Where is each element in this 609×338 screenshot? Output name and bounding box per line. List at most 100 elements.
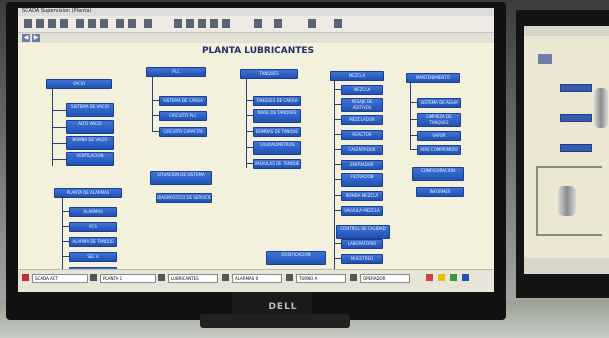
process-label[interactable] xyxy=(560,84,592,92)
status-icon xyxy=(90,274,97,281)
redo-icon[interactable] xyxy=(128,19,136,28)
col4-extra[interactable]: CONTROL DE CALIDAD xyxy=(336,225,390,239)
col3-item[interactable]: NIVEL DE TANQUES xyxy=(253,109,301,123)
col4-item[interactable]: MEZCLADOR xyxy=(341,115,383,125)
secondary-status-bar xyxy=(524,258,609,274)
warning-icon[interactable] xyxy=(438,274,445,281)
toolbar xyxy=(18,16,494,33)
tile-icon[interactable] xyxy=(198,19,206,28)
col4-item[interactable]: MEZCLA xyxy=(341,85,383,95)
navigation-strip: ◀ ▶ xyxy=(18,33,494,43)
col4-item[interactable]: PESAJE DE ADITIVOS xyxy=(341,98,383,112)
status-field[interactable]: PLANTA 1 xyxy=(100,274,156,283)
undo-icon[interactable] xyxy=(116,19,124,28)
pump-graphic[interactable] xyxy=(558,186,576,216)
status-icon xyxy=(222,274,229,281)
cut-icon[interactable] xyxy=(76,19,84,28)
tank-graphic[interactable] xyxy=(594,88,608,128)
secondary-nav-icon[interactable] xyxy=(538,54,552,64)
alarm-icon[interactable] xyxy=(210,19,218,28)
col2-extra[interactable]: SITUACION DE SISTEMA xyxy=(150,171,212,185)
col3-extra[interactable]: DOSIFICACION xyxy=(266,251,326,265)
pipe xyxy=(536,166,538,236)
connector xyxy=(246,78,247,168)
col4-item[interactable]: BOMBA MEZCLA xyxy=(341,191,383,201)
window-icon[interactable] xyxy=(186,19,194,28)
status-bar: SCADA ACT PLANTA 1 LUBRICANTES ALARMAS 0… xyxy=(18,269,494,292)
col2-item[interactable]: CIRCUITO CAPACITA xyxy=(159,127,207,137)
copy-icon[interactable] xyxy=(88,19,96,28)
status-field[interactable]: LUBRICANTES xyxy=(168,274,218,283)
col4-extra[interactable]: MUESTREO xyxy=(341,254,383,264)
connector xyxy=(410,82,411,150)
col4-item[interactable]: REACTOR xyxy=(341,130,383,140)
status-field[interactable]: OPERADOR xyxy=(360,274,410,283)
zoom-icon[interactable] xyxy=(144,19,152,28)
forward-arrow-icon[interactable]: ▶ xyxy=(32,34,40,42)
print-icon[interactable] xyxy=(60,19,68,28)
paste-icon[interactable] xyxy=(100,19,108,28)
status-icon xyxy=(158,274,165,281)
process-label[interactable] xyxy=(560,114,592,122)
col3-item[interactable]: TANQUES DE CARGA xyxy=(253,96,301,106)
col4-item[interactable]: VALVULA MEZCLA xyxy=(341,206,383,216)
back-arrow-icon[interactable]: ◀ xyxy=(22,34,30,42)
col4-extra[interactable]: LABORATORIO xyxy=(341,239,383,249)
search-icon[interactable] xyxy=(254,19,262,28)
save-icon[interactable] xyxy=(48,19,56,28)
page-title: PLANTA LUBRICANTES xyxy=(201,46,315,56)
alarm-status-icon[interactable] xyxy=(22,274,29,281)
col5-item[interactable]: VAPOR xyxy=(417,131,461,141)
status-field[interactable]: SCADA ACT xyxy=(32,274,88,283)
col1-item[interactable]: ALTO VACIO xyxy=(66,120,114,134)
open-icon[interactable] xyxy=(36,19,44,28)
col1b-item[interactable]: ALARMAS xyxy=(69,207,117,217)
col5-item[interactable]: SISTEMA DE AGUA xyxy=(417,98,461,108)
connector xyxy=(334,80,335,270)
col2-extra[interactable]: DIAGNOSTICO DE SERVICIO xyxy=(156,193,212,203)
col5-extra[interactable]: INFORMES xyxy=(416,187,464,197)
col5-extra[interactable]: CONFIGURACION xyxy=(412,167,464,181)
mezcla-header[interactable]: MEZCLA xyxy=(330,71,384,81)
col4-item[interactable]: CALENTADOR xyxy=(341,145,383,155)
ok-icon[interactable] xyxy=(450,274,457,281)
col5-item[interactable]: LIMPIEZA DE TANQUES xyxy=(417,113,461,127)
col1-item[interactable]: VENTILACION xyxy=(66,152,114,166)
col1b-item[interactable]: ALARMA DE TANQUE xyxy=(69,237,117,247)
vacio-header[interactable]: VACIO xyxy=(46,79,112,89)
col1-item[interactable]: BOMBA DE VACIO xyxy=(66,136,114,150)
col3-item[interactable]: CAUDALIMETROS xyxy=(253,141,301,155)
secondary-screen xyxy=(524,26,609,274)
col1b-item[interactable]: SEL A xyxy=(69,252,117,262)
plc-header[interactable]: PLC xyxy=(146,67,206,77)
col1-item[interactable]: SISTEMA DE VACIO xyxy=(66,103,114,117)
trend-icon[interactable] xyxy=(222,19,230,28)
screen-icon[interactable] xyxy=(174,19,182,28)
col5-item[interactable]: AIRE COMPRIMIDO xyxy=(417,145,461,155)
mantenimiento-header[interactable]: MANTENIMIENTO xyxy=(406,73,460,83)
secondary-toolbar xyxy=(524,26,609,36)
col3-item[interactable]: VALVULAS DE TANQUE xyxy=(253,159,301,169)
user-icon[interactable] xyxy=(334,19,342,28)
status-field[interactable]: ALARMAS 0 xyxy=(232,274,282,283)
col3-item[interactable]: BOMBAS DE TANQUE xyxy=(253,127,301,137)
tanques-header[interactable]: TANQUES xyxy=(240,69,298,79)
pipe xyxy=(536,234,602,236)
info-icon[interactable] xyxy=(462,274,469,281)
new-icon[interactable] xyxy=(24,19,32,28)
col4-item[interactable]: ENFRIADOR xyxy=(341,160,383,170)
col1b-item[interactable]: PCS xyxy=(69,222,117,232)
home-icon[interactable] xyxy=(274,19,282,28)
alarms-header[interactable]: PLANTA DE ALARMAS xyxy=(54,188,122,198)
col2-item[interactable]: CIRCUITO PLC xyxy=(159,111,207,121)
col4-item[interactable]: FILTRACION xyxy=(341,173,383,187)
help-icon[interactable] xyxy=(308,19,316,28)
connector xyxy=(152,76,153,132)
connector xyxy=(62,197,63,273)
status-field[interactable]: TURNO A xyxy=(296,274,346,283)
window-title: SCADA Supervision (Planta) xyxy=(22,8,92,14)
process-label[interactable] xyxy=(560,144,592,152)
monitor-stand-base xyxy=(200,314,350,328)
stop-icon[interactable] xyxy=(426,274,433,281)
col2-item[interactable]: SISTEMA DE CARGA xyxy=(159,96,207,106)
